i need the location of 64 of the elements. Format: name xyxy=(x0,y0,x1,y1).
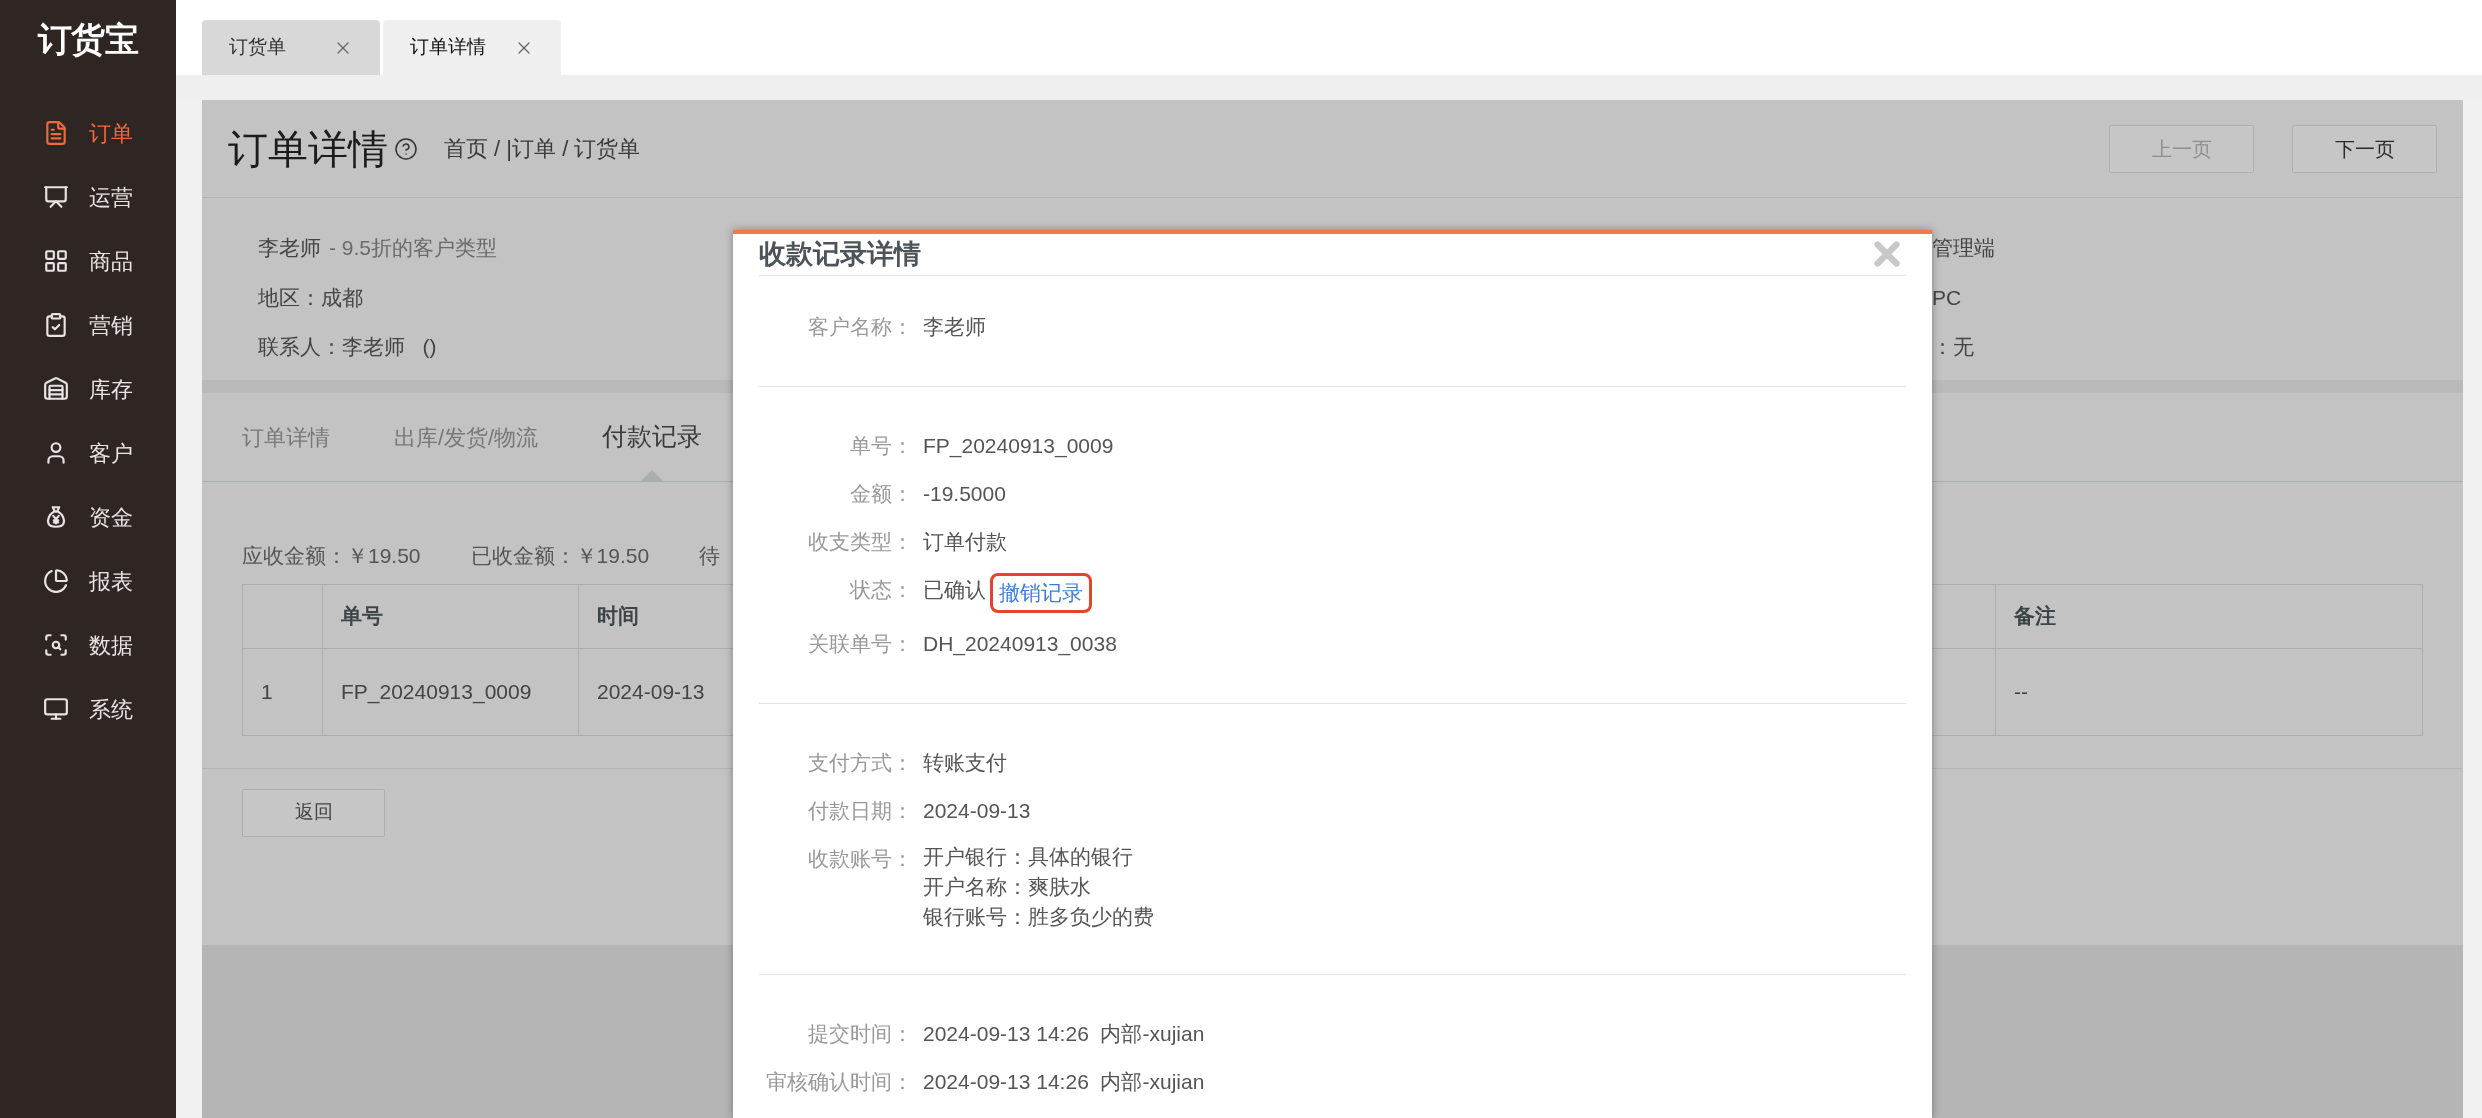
field-value: 李老师 xyxy=(923,313,986,340)
sidebar-item[interactable]: 营销 xyxy=(43,293,133,357)
field-value: 2024-09-13 14:26 内部-xujian xyxy=(923,1068,1205,1095)
grid-icon xyxy=(43,248,69,274)
field-value: 开户银行：具体的银行 xyxy=(923,843,1134,870)
summary-text: 待 xyxy=(699,543,721,569)
customer-type: - 9.5折的客户类型 xyxy=(329,235,498,261)
sidebar-item[interactable]: 数据 xyxy=(43,613,133,677)
sidebar-item[interactable]: 运营 xyxy=(43,165,133,229)
sidebar-item[interactable]: 报表 xyxy=(43,549,133,613)
warehouse-icon xyxy=(43,376,69,402)
help-icon[interactable] xyxy=(394,136,418,161)
customer-name: 李老师 xyxy=(258,235,321,261)
field-value: 2024-09-13 xyxy=(923,797,1031,824)
field-value: FP_20240913_0009 xyxy=(923,432,1114,460)
clipboard-check-icon xyxy=(43,312,69,338)
field-value: 转账支付 xyxy=(923,749,1007,776)
field-value: 2024-09-13 14:26 内部-xujian xyxy=(923,1020,1205,1047)
field-value: 开户名称：爽肤水 xyxy=(923,873,1092,900)
field-label: 审核确认时间： xyxy=(765,1068,913,1095)
field-label: 提交时间： xyxy=(807,1020,913,1047)
sidebar-item[interactable]: 库存 xyxy=(43,357,133,421)
page-button[interactable]: 下一页 xyxy=(2292,124,2437,173)
field-label: 收支类型： xyxy=(807,528,913,555)
field-label: 单号： xyxy=(849,432,913,459)
monitor-icon xyxy=(43,696,69,722)
sidebar-item[interactable]: 订单 xyxy=(43,101,133,165)
field-label: 支付方式： xyxy=(807,749,913,776)
info-text: 管理端 xyxy=(1932,235,1996,261)
chart-board-icon xyxy=(43,184,69,210)
field-value: 银行账号：胜多负少的费 xyxy=(923,903,1154,930)
back-button[interactable]: 返回 xyxy=(242,788,385,837)
field-label: 付款日期： xyxy=(807,797,913,824)
table-cell: 1 xyxy=(243,648,323,735)
field-label: 收款账号： xyxy=(807,845,913,872)
table-cell-text: -- xyxy=(2013,678,2029,705)
summary-text: 应收金额：￥19.50 xyxy=(242,543,421,569)
field-value: 订单付款 xyxy=(923,528,1007,555)
info-text: ：无 xyxy=(1932,334,1975,360)
detail-tab[interactable]: 付款记录 xyxy=(602,393,703,481)
sidebar-item[interactable]: 系统 xyxy=(43,677,133,741)
field-value: -19.5000 xyxy=(923,480,1006,507)
field-label: 金额： xyxy=(849,480,913,507)
info-text: 地区：成都 xyxy=(258,284,364,311)
tab[interactable]: 订单详情 xyxy=(383,20,561,75)
document-icon xyxy=(43,120,69,146)
info-text: 联系人：李老师 () xyxy=(258,334,438,360)
summary-text: 已收金额：￥19.50 xyxy=(470,543,650,569)
sidebar-item[interactable]: 商品 xyxy=(43,229,133,293)
breadcrumb: 首页 / |订单 / 订货单 xyxy=(444,135,641,163)
revoke-link[interactable]: 撤销记录 xyxy=(990,572,1092,613)
column-header: 单号 xyxy=(323,584,579,649)
table-cell: FP_20240913_0009 xyxy=(323,648,579,735)
column-header: 备注 xyxy=(1996,584,2422,649)
scan-search-icon xyxy=(43,632,69,658)
field-label: 客户名称： xyxy=(807,313,913,340)
pie-chart-icon xyxy=(43,568,69,594)
info-text: PC xyxy=(1932,284,1963,311)
sidebar-item[interactable]: 资金 xyxy=(43,485,133,549)
page-title: 订单详情 xyxy=(228,125,388,173)
sidebar-item[interactable]: 客户 xyxy=(43,421,133,485)
dialog-title: 收款记录详情 xyxy=(759,238,921,271)
tab[interactable]: 订货单 xyxy=(202,20,380,75)
logo: 订货宝 xyxy=(38,19,138,60)
